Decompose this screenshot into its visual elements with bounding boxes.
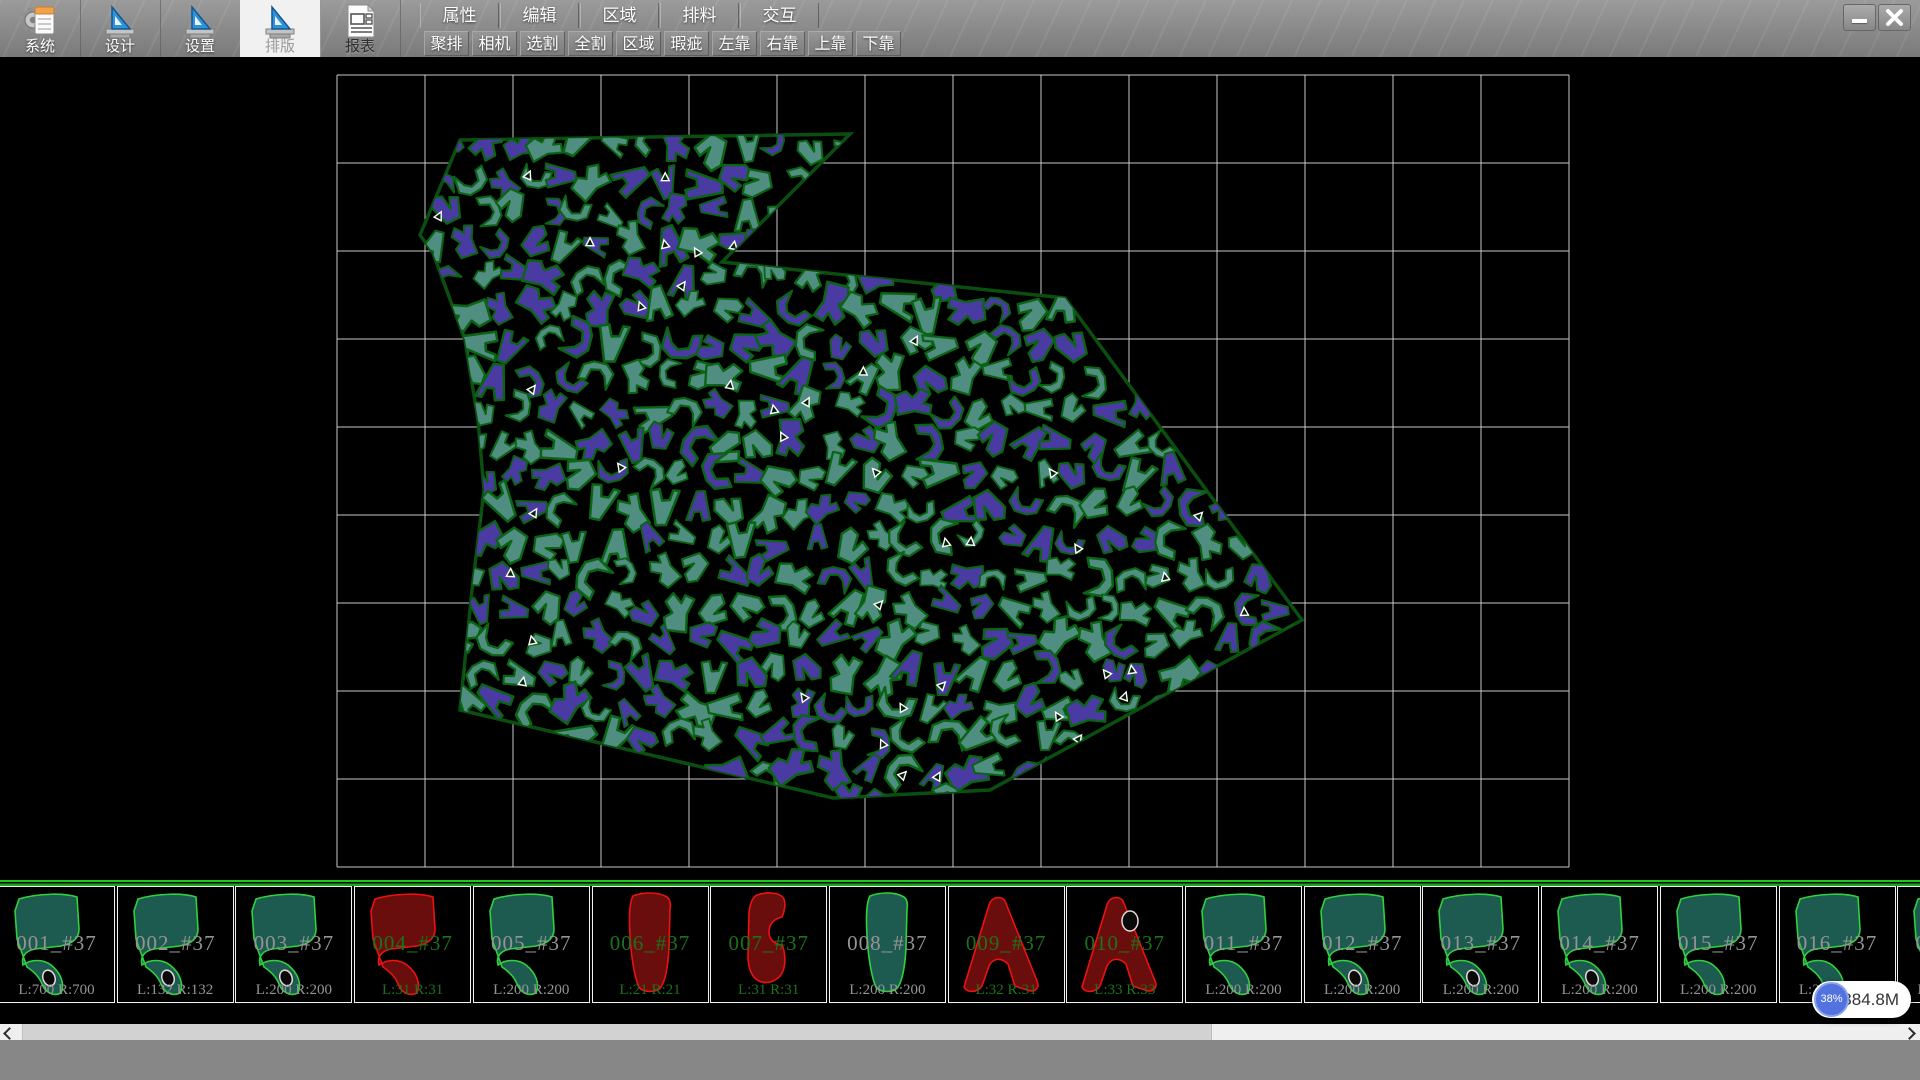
- pattern-lr-count: L:21 R:21: [593, 982, 708, 999]
- close-button[interactable]: [1878, 4, 1911, 31]
- percent-value: 38%: [1820, 993, 1842, 1005]
- pattern-lr-count: L:200 R:200: [1305, 982, 1420, 999]
- pattern-lr-count: L:700 R:700: [0, 982, 114, 999]
- pattern-thumbnail-8[interactable]: 008_#37 L:200 R:200: [829, 886, 946, 1003]
- pattern-thumbnail-12[interactable]: 012_#37 L:200 R:200: [1304, 886, 1421, 1003]
- pattern-name: 002_#37: [118, 931, 233, 956]
- pattern-name: 005_#37: [474, 931, 589, 956]
- toolbar-button-label: 报表: [320, 35, 400, 56]
- pattern-thumbnail-15[interactable]: 015_#37 L:200 R:200: [1660, 886, 1777, 1003]
- pattern-name: 014_#37: [1542, 931, 1657, 956]
- toolbar-button-4[interactable]: 排版: [240, 0, 321, 57]
- punch-hole: [1122, 911, 1138, 931]
- pattern-lr-count: L:200 R:200: [1542, 982, 1657, 999]
- pattern-name: 017_#37: [1898, 931, 1920, 956]
- menu-item-5[interactable]: 交互: [740, 3, 819, 28]
- pattern-name: 007_#37: [711, 931, 826, 956]
- pattern-name: 009_#37: [949, 931, 1064, 956]
- pattern-thumbnail-7[interactable]: 007_#37 L:31 R:31: [710, 886, 827, 1003]
- application-window: 系统设计设置排版报表 属性编辑区域排料交互 聚排相机选割全割区域瑕疵左靠右靠上靠…: [0, 0, 1920, 1080]
- pattern-lr-count: L:200 R:200: [1661, 982, 1776, 999]
- pattern-name: 011_#37: [1186, 931, 1301, 956]
- pattern-lr-count: L:200 R:200: [830, 982, 945, 999]
- scroll-right-icon[interactable]: [1903, 1027, 1916, 1040]
- pattern-thumbnail-4[interactable]: 004_#37 L:31 R:31: [354, 886, 471, 1003]
- status-bar: [0, 1040, 1920, 1080]
- pattern-thumbnail-13[interactable]: 013_#37 L:200 R:200: [1422, 886, 1539, 1003]
- pattern-thumbnail-strip: 001_#37L:700 R:700002_#37L:132 R:132003_…: [0, 886, 1920, 1004]
- pattern-lr-count: L:200 R:200: [474, 982, 589, 999]
- close-icon: [1879, 5, 1910, 30]
- menu-item-3[interactable]: 区域: [580, 3, 659, 28]
- pattern-thumbnail-14[interactable]: 014_#37 L:200 R:200: [1541, 886, 1658, 1003]
- action-button-9[interactable]: 上靠: [808, 31, 853, 56]
- pattern-thumbnail-9[interactable]: 009_#37 L:32 R:31: [948, 886, 1065, 1003]
- pattern-lr-count: L:33 R:33: [1067, 982, 1182, 999]
- minimize-button[interactable]: [1843, 4, 1876, 31]
- pattern-lr-count: L:32 R:31: [949, 982, 1064, 999]
- toolbar-button-label: 设置: [160, 35, 240, 56]
- toolbar-button-5[interactable]: 报表: [320, 0, 401, 57]
- action-button-7[interactable]: 左靠: [712, 31, 757, 56]
- toolbar-button-label: 系统: [0, 35, 80, 56]
- action-button-4[interactable]: 全割: [568, 31, 613, 56]
- pattern-name: 013_#37: [1423, 931, 1538, 956]
- pattern-lr-count: L:31 R:31: [711, 982, 826, 999]
- toolbar-button-1[interactable]: 系统: [0, 0, 81, 57]
- nesting-canvas[interactable]: [0, 57, 1920, 880]
- pattern-thumbnail-2[interactable]: 002_#37 L:132 R:132: [117, 886, 234, 1003]
- minimize-icon: [1852, 19, 1867, 23]
- pattern-name: 015_#37: [1661, 931, 1776, 956]
- pattern-name: 010_#37: [1067, 931, 1182, 956]
- pattern-lr-count: L:200 R:200: [1423, 982, 1538, 999]
- pattern-thumbnail-1[interactable]: 001_#37 L:700 R:700: [0, 886, 115, 1003]
- pattern-thumbnail-3[interactable]: 003_#37 L:200 R:200: [235, 886, 352, 1003]
- pattern-thumbnail-11[interactable]: 011_#37 L:200 R:200: [1185, 886, 1302, 1003]
- pattern-name: 003_#37: [236, 931, 351, 956]
- memory-value: 384.8M: [1842, 990, 1899, 1009]
- scrollbar-thumb[interactable]: [22, 1024, 1212, 1040]
- toolbar-button-label: 设计: [80, 35, 160, 56]
- toolbar-button-label: 排版: [240, 35, 320, 56]
- pattern-name: 001_#37: [0, 931, 114, 956]
- pattern-lr-count: L:200 R:200: [236, 982, 351, 999]
- pattern-thumbnail-10[interactable]: 010_#37 L:33 R:33: [1066, 886, 1183, 1003]
- menu-item-4[interactable]: 排料: [660, 3, 739, 28]
- pattern-name: 016_#37: [1780, 931, 1895, 956]
- toolbar-button-2[interactable]: 设计: [80, 0, 161, 57]
- action-button-2[interactable]: 相机: [472, 31, 517, 56]
- toolbar-button-3[interactable]: 设置: [160, 0, 241, 57]
- menu-item-2[interactable]: 编辑: [500, 3, 579, 28]
- action-button-3[interactable]: 选割: [520, 31, 565, 56]
- pattern-name: 004_#37: [355, 931, 470, 956]
- pattern-lr-count: L:200 R:200: [1186, 982, 1301, 999]
- action-button-1[interactable]: 聚排: [424, 31, 469, 56]
- scroll-left-icon[interactable]: [3, 1027, 16, 1040]
- pattern-name: 008_#37: [830, 931, 945, 956]
- menu-item-1[interactable]: 属性: [420, 3, 499, 28]
- nesting-canvas-area[interactable]: [0, 57, 1920, 880]
- pattern-lr-count: L:132 R:132: [118, 982, 233, 999]
- pattern-name: 006_#37: [593, 931, 708, 956]
- pattern-lr-count: L:31 R:31: [355, 982, 470, 999]
- action-button-6[interactable]: 瑕疵: [664, 31, 709, 56]
- pattern-name: 012_#37: [1305, 931, 1420, 956]
- action-button-10[interactable]: 下靠: [856, 31, 901, 56]
- pattern-thumbnail-6[interactable]: 006_#37 L:21 R:21: [592, 886, 709, 1003]
- toolbar: 系统设计设置排版报表 属性编辑区域排料交互 聚排相机选割全割区域瑕疵左靠右靠上靠…: [0, 0, 1920, 58]
- action-button-8[interactable]: 右靠: [760, 31, 805, 56]
- pattern-thumbnail-5[interactable]: 005_#37 L:200 R:200: [473, 886, 590, 1003]
- percent-badge[interactable]: 38%: [1814, 982, 1849, 1017]
- action-button-5[interactable]: 区域: [616, 31, 661, 56]
- horizontal-scrollbar[interactable]: [0, 1024, 1920, 1040]
